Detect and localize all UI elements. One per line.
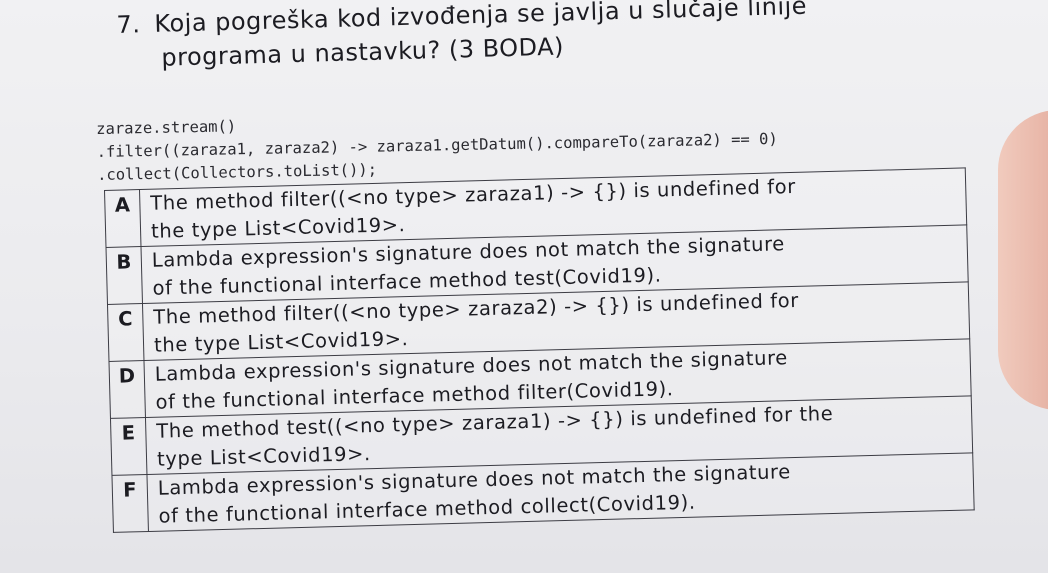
answer-options-table: A The method filter((<no type> zaraza1) … [104,167,975,533]
thumb-photo-artifact [998,110,1048,410]
option-letter: E [110,417,147,476]
option-letter: C [107,303,144,362]
question-heading: 7. Koja pogreška kod izvođenja se javlja … [116,0,878,76]
option-letter: B [106,246,143,305]
option-letter: D [108,360,146,419]
option-letter: F [111,474,149,533]
question-number: 7. [116,10,141,39]
option-letter: A [104,189,141,248]
